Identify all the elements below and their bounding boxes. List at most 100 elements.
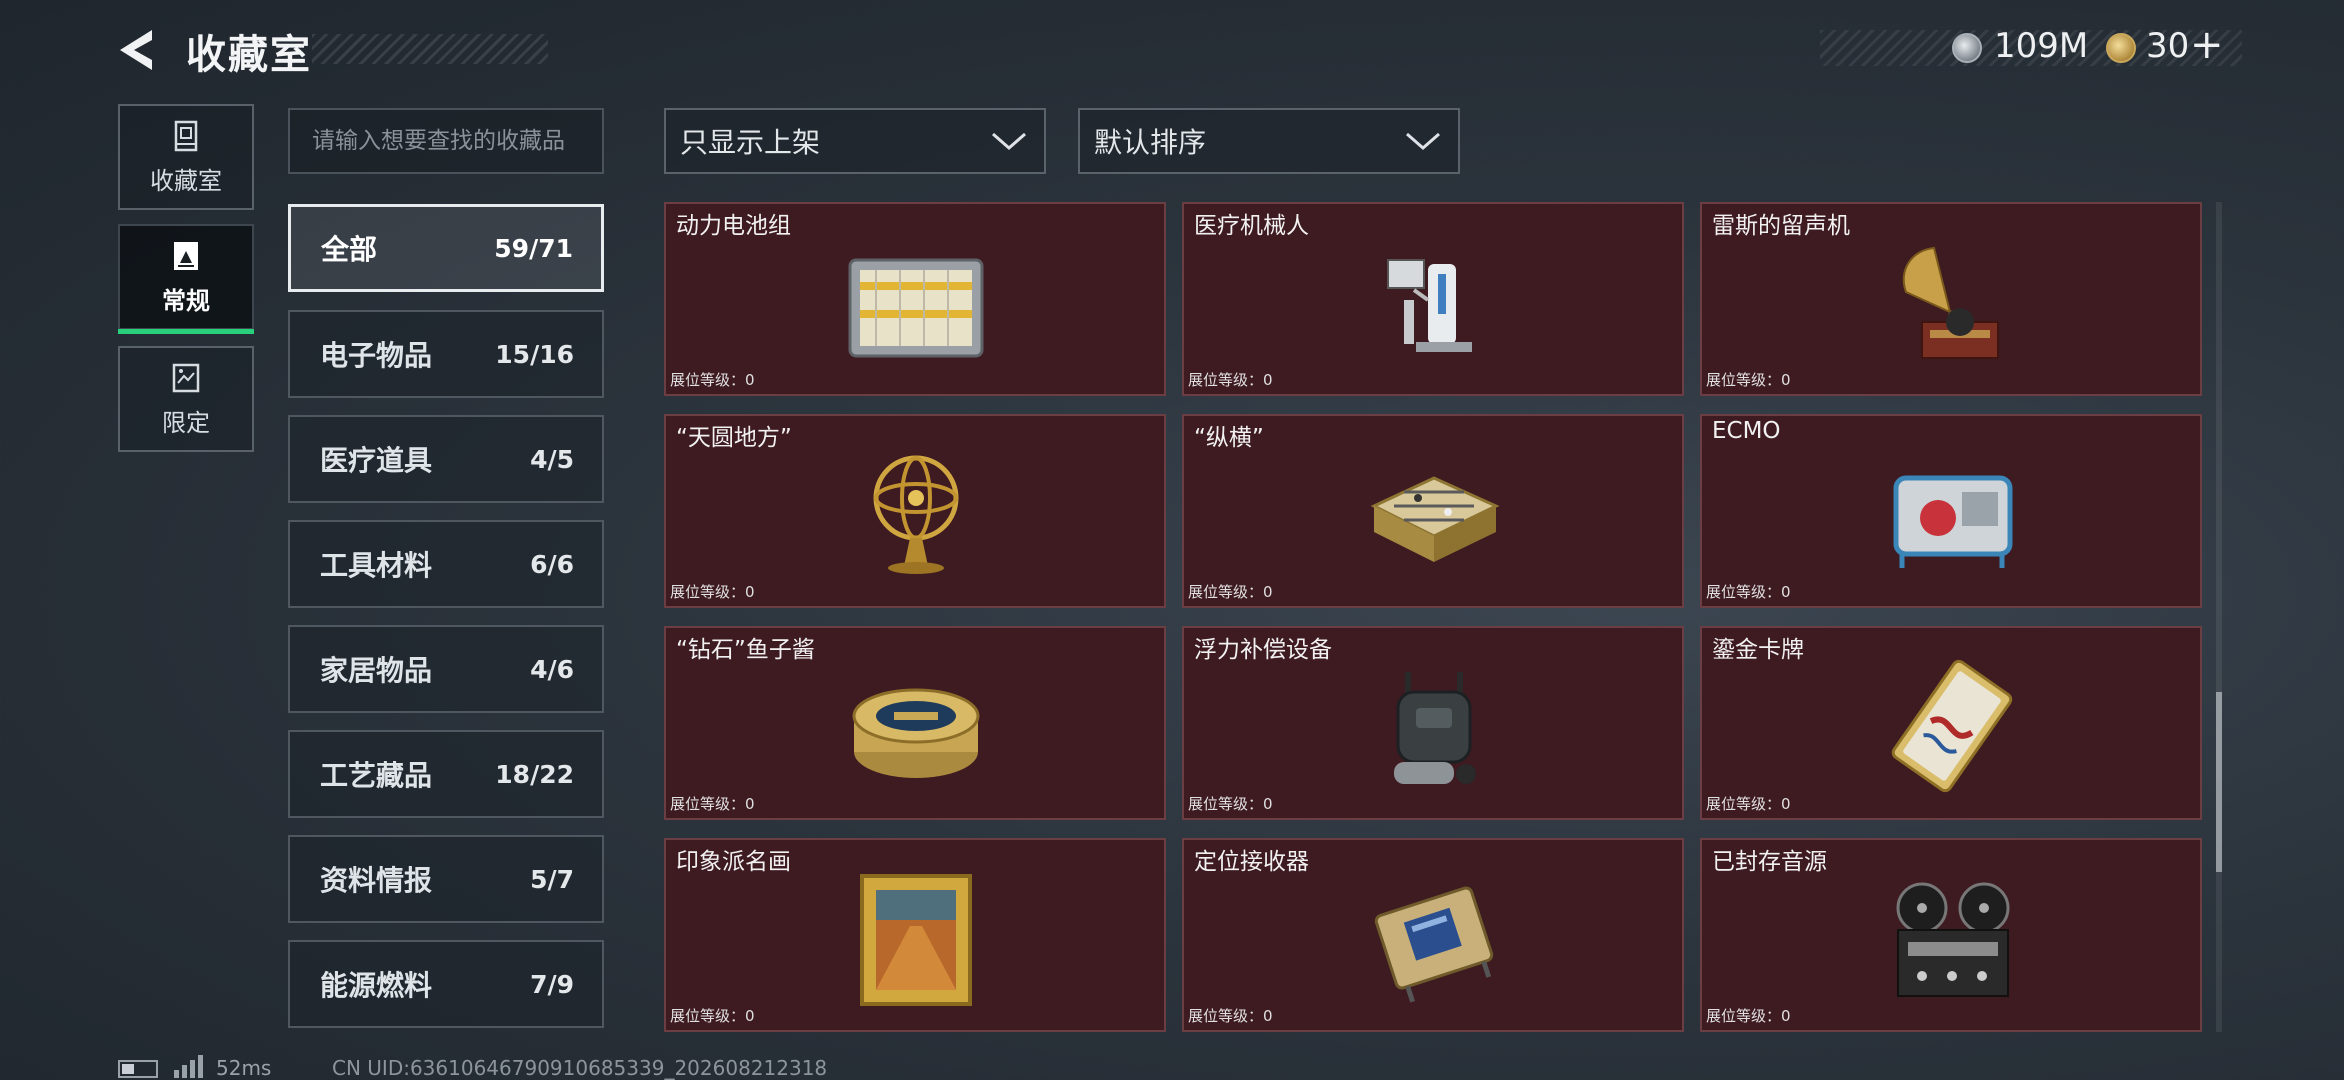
- caviar-tin-icon: [836, 654, 996, 798]
- item-card[interactable]: 医疗机械人 展位等级：0: [1182, 202, 1684, 396]
- category-name: 资料情报: [320, 864, 433, 897]
- gold-currency-value: 30: [2146, 26, 2190, 66]
- tape-recorder-icon: [1872, 866, 2032, 1010]
- user-uid: CN UID:6361064679091068533​9_20260821231…: [332, 1056, 828, 1080]
- battery-icon: [118, 1060, 158, 1078]
- armillary-sphere-icon: [836, 442, 996, 586]
- category-energy[interactable]: 能源燃料 7/9: [288, 940, 604, 1028]
- gilded-card-icon: [1872, 654, 2032, 798]
- item-name: 医疗机械人: [1194, 213, 1309, 239]
- item-card[interactable]: 已封存音源 展位等级：0: [1700, 838, 2202, 1032]
- item-card[interactable]: “钻石”鱼子酱 展位等级：0: [664, 626, 1166, 820]
- back-arrow-icon[interactable]: [112, 24, 164, 76]
- item-card[interactable]: 定位接收器 展位等级：0: [1182, 838, 1684, 1032]
- category-all[interactable]: 全部 59/71: [288, 204, 604, 292]
- category-medical[interactable]: 医疗道具 4/5: [288, 415, 604, 503]
- shelf-filter-value: 只显示上架: [680, 126, 821, 159]
- booth-level: 展位等级：0: [670, 371, 755, 389]
- item-card[interactable]: 浮力补偿设备 展位等级：0: [1182, 626, 1684, 820]
- booth-level: 展位等级：0: [1188, 1007, 1273, 1025]
- category-household[interactable]: 家居物品 4/6: [288, 625, 604, 713]
- item-card[interactable]: ECMO 展位等级：0: [1700, 414, 2202, 608]
- sort-dropdown[interactable]: 默认排序: [1078, 108, 1460, 174]
- category-name: 电子物品: [320, 339, 433, 372]
- category-name: 能源燃料: [320, 969, 433, 1002]
- tab-regular[interactable]: 常规: [118, 224, 254, 334]
- item-card[interactable]: “天圆地方” 展位等级：0: [664, 414, 1166, 608]
- chevron-down-icon: [1406, 132, 1440, 150]
- battery-pack-icon: [836, 230, 996, 374]
- tab-label: 限定: [162, 408, 210, 437]
- booth-level: 展位等级：0: [1706, 583, 1791, 601]
- add-currency-button[interactable]: +: [2190, 22, 2224, 68]
- silver-coin-icon: [1952, 33, 1982, 63]
- grid-scrollbar[interactable]: [2216, 202, 2222, 1032]
- booth-level: 展位等级：0: [1188, 371, 1273, 389]
- item-name: “钻石”鱼子酱: [676, 637, 815, 663]
- tab-limited[interactable]: 限定: [118, 346, 254, 452]
- category-name: 工具材料: [320, 549, 433, 582]
- category-count: 18/22: [495, 759, 574, 789]
- item-name: 定位接收器: [1194, 849, 1309, 875]
- item-card[interactable]: 印象派名画 展位等级：0: [664, 838, 1166, 1032]
- search-input[interactable]: [288, 108, 604, 174]
- category-name: 工艺藏品: [320, 759, 433, 792]
- booth-level: 展位等级：0: [1706, 795, 1791, 813]
- item-name: 雷斯的留声机: [1712, 213, 1850, 239]
- booth-level: 展位等级：0: [1188, 583, 1273, 601]
- category-count: 59/71: [494, 233, 573, 263]
- category-count: 4/5: [530, 444, 574, 474]
- category-count: 15/16: [495, 339, 574, 369]
- item-name: 动力电池组: [676, 213, 791, 239]
- category-name: 家居物品: [320, 654, 433, 687]
- category-count: 6/6: [530, 549, 574, 579]
- category-name: 全部: [321, 233, 378, 266]
- item-name: “天圆地方”: [676, 425, 792, 451]
- regular-collection-icon: [174, 241, 198, 270]
- collection-room-icon: [174, 120, 198, 151]
- item-card[interactable]: 鎏金卡牌 展位等级：0: [1700, 626, 2202, 820]
- item-name: ECMO: [1712, 418, 1781, 444]
- category-name: 医疗道具: [320, 444, 433, 477]
- chessboard-icon: [1354, 442, 1514, 586]
- tab-label: 常规: [162, 286, 210, 315]
- category-count: 5/7: [530, 864, 574, 894]
- chevron-down-icon: [992, 132, 1026, 150]
- item-card[interactable]: “纵横” 展位等级：0: [1182, 414, 1684, 608]
- item-card[interactable]: 动力电池组 展位等级：0: [664, 202, 1166, 396]
- booth-level: 展位等级：0: [670, 795, 755, 813]
- gold-coin-icon: [2106, 33, 2136, 63]
- buoyancy-device-icon: [1354, 654, 1514, 798]
- item-name: “纵横”: [1194, 425, 1264, 451]
- item-name: 浮力补偿设备: [1194, 637, 1332, 663]
- silver-currency-value: 109M: [1994, 26, 2089, 66]
- category-intel[interactable]: 资料情报 5/7: [288, 835, 604, 923]
- locator-receiver-icon: [1354, 866, 1514, 1010]
- framed-painting-icon: [836, 866, 996, 1010]
- medical-robot-icon: [1354, 230, 1514, 374]
- booth-level: 展位等级：0: [1188, 795, 1273, 813]
- page-title: 收藏室: [186, 32, 312, 78]
- limited-collection-icon: [172, 363, 200, 392]
- signal-icon: [172, 1054, 204, 1078]
- sort-value: 默认排序: [1094, 126, 1207, 159]
- category-tools[interactable]: 工具材料 6/6: [288, 520, 604, 608]
- category-electronics[interactable]: 电子物品 15/16: [288, 310, 604, 398]
- booth-level: 展位等级：0: [670, 1007, 755, 1025]
- item-card[interactable]: 雷斯的留声机 展位等级：0: [1700, 202, 2202, 396]
- ping-value: 52ms: [216, 1056, 272, 1080]
- tab-collection-room[interactable]: 收藏室: [118, 104, 254, 210]
- category-crafts[interactable]: 工艺藏品 18/22: [288, 730, 604, 818]
- booth-level: 展位等级：0: [1706, 371, 1791, 389]
- item-name: 已封存音源: [1712, 849, 1827, 875]
- tab-label: 收藏室: [150, 166, 222, 195]
- gramophone-icon: [1872, 230, 2032, 374]
- item-grid: 动力电池组 展位等级：0 医疗机械人 展位等级：0 雷斯的留声机 展位等级：0 …: [664, 202, 2204, 1034]
- category-count: 7/9: [530, 969, 574, 999]
- item-name: 鎏金卡牌: [1712, 637, 1804, 663]
- scrollbar-thumb[interactable]: [2216, 692, 2222, 872]
- shelf-filter-dropdown[interactable]: 只显示上架: [664, 108, 1046, 174]
- booth-level: 展位等级：0: [1706, 1007, 1791, 1025]
- title-decoration: [312, 34, 548, 64]
- ecmo-machine-icon: [1872, 442, 2032, 586]
